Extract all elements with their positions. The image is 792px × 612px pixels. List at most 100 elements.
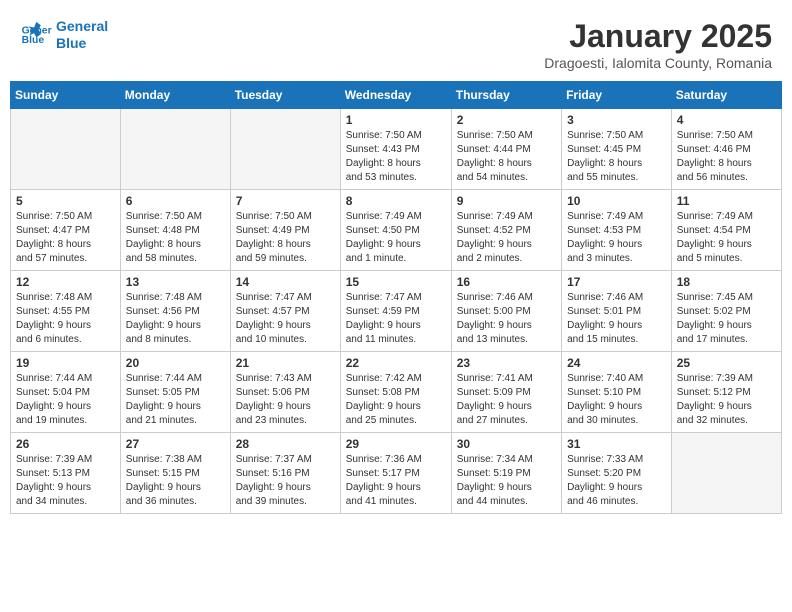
calendar-cell: 27 Sunrise: 7:38 AM Sunset: 5:15 PM Dayli… <box>120 433 230 514</box>
day-info: Sunrise: 7:36 AM Sunset: 5:17 PM Dayligh… <box>346 453 446 509</box>
week-row: 26 Sunrise: 7:39 AM Sunset: 5:13 PM Dayli… <box>11 433 782 514</box>
day-number: 6 <box>126 194 225 208</box>
calendar-cell: 1 Sunrise: 7:50 AM Sunset: 4:43 PM Daylig… <box>340 109 451 190</box>
day-info: Sunrise: 7:49 AM Sunset: 4:50 PM Dayligh… <box>346 210 446 266</box>
svg-text:Blue: Blue <box>22 35 45 46</box>
day-number: 31 <box>567 437 666 451</box>
day-info: Sunrise: 7:40 AM Sunset: 5:10 PM Dayligh… <box>567 372 666 428</box>
col-header-wednesday: Wednesday <box>340 82 451 109</box>
day-info: Sunrise: 7:46 AM Sunset: 5:00 PM Dayligh… <box>457 291 556 347</box>
calendar-cell: 11 Sunrise: 7:49 AM Sunset: 4:54 PM Dayli… <box>671 190 781 271</box>
day-info: Sunrise: 7:47 AM Sunset: 4:57 PM Dayligh… <box>236 291 335 347</box>
day-info: Sunrise: 7:45 AM Sunset: 5:02 PM Dayligh… <box>677 291 776 347</box>
day-info: Sunrise: 7:33 AM Sunset: 5:20 PM Dayligh… <box>567 453 666 509</box>
day-number: 2 <box>457 113 556 127</box>
calendar-cell: 31 Sunrise: 7:33 AM Sunset: 5:20 PM Dayli… <box>562 433 672 514</box>
calendar-cell: 7Sunrise: 7:50 AM Sunset: 4:49 PM Daylig… <box>230 190 340 271</box>
calendar-cell: 2Sunrise: 7:50 AM Sunset: 4:44 PM Daylig… <box>451 109 561 190</box>
calendar-cell <box>230 109 340 190</box>
logo-icon: General Blue <box>20 19 52 51</box>
day-number: 4 <box>677 113 776 127</box>
col-header-thursday: Thursday <box>451 82 561 109</box>
day-number: 18 <box>677 275 776 289</box>
day-number: 22 <box>346 356 446 370</box>
day-number: 25 <box>677 356 776 370</box>
col-header-sunday: Sunday <box>11 82 121 109</box>
day-number: 11 <box>677 194 776 208</box>
day-info: Sunrise: 7:50 AM Sunset: 4:43 PM Dayligh… <box>346 129 446 185</box>
col-header-tuesday: Tuesday <box>230 82 340 109</box>
calendar-cell <box>671 433 781 514</box>
calendar-cell: 28Sunrise: 7:37 AM Sunset: 5:16 PM Dayli… <box>230 433 340 514</box>
day-info: Sunrise: 7:50 AM Sunset: 4:47 PM Dayligh… <box>16 210 115 266</box>
calendar-cell: 6 Sunrise: 7:50 AM Sunset: 4:48 PM Daylig… <box>120 190 230 271</box>
day-info: Sunrise: 7:48 AM Sunset: 4:56 PM Dayligh… <box>126 291 225 347</box>
calendar-cell: 25 Sunrise: 7:39 AM Sunset: 5:12 PM Dayli… <box>671 352 781 433</box>
logo: General Blue General Blue <box>20 18 108 52</box>
day-info: Sunrise: 7:50 AM Sunset: 4:46 PM Dayligh… <box>677 129 776 185</box>
calendar-cell: 13 Sunrise: 7:48 AM Sunset: 4:56 PM Dayli… <box>120 271 230 352</box>
day-info: Sunrise: 7:39 AM Sunset: 5:13 PM Dayligh… <box>16 453 115 509</box>
day-number: 3 <box>567 113 666 127</box>
page-header: General Blue General Blue January 2025 D… <box>10 10 782 75</box>
day-number: 1 <box>346 113 446 127</box>
calendar-cell: 21 Sunrise: 7:43 AM Sunset: 5:06 PM Dayli… <box>230 352 340 433</box>
calendar-cell: 5 Sunrise: 7:50 AM Sunset: 4:47 PM Daylig… <box>11 190 121 271</box>
day-number: 15 <box>346 275 446 289</box>
header-row: SundayMondayTuesdayWednesdayThursdayFrid… <box>11 82 782 109</box>
week-row: 19 Sunrise: 7:44 AM Sunset: 5:04 PM Dayli… <box>11 352 782 433</box>
day-info: Sunrise: 7:49 AM Sunset: 4:54 PM Dayligh… <box>677 210 776 266</box>
day-info: Sunrise: 7:49 AM Sunset: 4:53 PM Dayligh… <box>567 210 666 266</box>
day-number: 10 <box>567 194 666 208</box>
day-info: Sunrise: 7:49 AM Sunset: 4:52 PM Dayligh… <box>457 210 556 266</box>
day-info: Sunrise: 7:44 AM Sunset: 5:04 PM Dayligh… <box>16 372 115 428</box>
day-number: 27 <box>126 437 225 451</box>
logo-blue: Blue <box>56 35 108 52</box>
day-info: Sunrise: 7:50 AM Sunset: 4:49 PM Dayligh… <box>236 210 335 266</box>
calendar-cell: 12 Sunrise: 7:48 AM Sunset: 4:55 PM Dayli… <box>11 271 121 352</box>
logo-general: General <box>56 18 108 35</box>
calendar-cell: 3 Sunrise: 7:50 AM Sunset: 4:45 PM Daylig… <box>562 109 672 190</box>
day-info: Sunrise: 7:38 AM Sunset: 5:15 PM Dayligh… <box>126 453 225 509</box>
day-number: 21 <box>236 356 335 370</box>
day-info: Sunrise: 7:50 AM Sunset: 4:48 PM Dayligh… <box>126 210 225 266</box>
calendar-cell: 14 Sunrise: 7:47 AM Sunset: 4:57 PM Dayli… <box>230 271 340 352</box>
calendar-cell: 10 Sunrise: 7:49 AM Sunset: 4:53 PM Dayli… <box>562 190 672 271</box>
day-number: 19 <box>16 356 115 370</box>
day-number: 12 <box>16 275 115 289</box>
day-number: 13 <box>126 275 225 289</box>
day-number: 9 <box>457 194 556 208</box>
day-number: 24 <box>567 356 666 370</box>
day-info: Sunrise: 7:43 AM Sunset: 5:06 PM Dayligh… <box>236 372 335 428</box>
week-row: 12 Sunrise: 7:48 AM Sunset: 4:55 PM Dayli… <box>11 271 782 352</box>
col-header-saturday: Saturday <box>671 82 781 109</box>
calendar-cell: 22Sunrise: 7:42 AM Sunset: 5:08 PM Dayli… <box>340 352 451 433</box>
week-row: 1 Sunrise: 7:50 AM Sunset: 4:43 PM Daylig… <box>11 109 782 190</box>
day-info: Sunrise: 7:48 AM Sunset: 4:55 PM Dayligh… <box>16 291 115 347</box>
day-number: 16 <box>457 275 556 289</box>
day-info: Sunrise: 7:39 AM Sunset: 5:12 PM Dayligh… <box>677 372 776 428</box>
calendar-cell: 23Sunrise: 7:41 AM Sunset: 5:09 PM Dayli… <box>451 352 561 433</box>
day-number: 8 <box>346 194 446 208</box>
calendar-cell: 24 Sunrise: 7:40 AM Sunset: 5:10 PM Dayli… <box>562 352 672 433</box>
calendar-cell <box>120 109 230 190</box>
calendar-cell: 18 Sunrise: 7:45 AM Sunset: 5:02 PM Dayli… <box>671 271 781 352</box>
calendar-cell: 17Sunrise: 7:46 AM Sunset: 5:01 PM Dayli… <box>562 271 672 352</box>
day-number: 20 <box>126 356 225 370</box>
calendar-cell: 30Sunrise: 7:34 AM Sunset: 5:19 PM Dayli… <box>451 433 561 514</box>
calendar-cell: 20 Sunrise: 7:44 AM Sunset: 5:05 PM Dayli… <box>120 352 230 433</box>
day-info: Sunrise: 7:44 AM Sunset: 5:05 PM Dayligh… <box>126 372 225 428</box>
day-info: Sunrise: 7:50 AM Sunset: 4:45 PM Dayligh… <box>567 129 666 185</box>
day-number: 17 <box>567 275 666 289</box>
calendar-cell: 4 Sunrise: 7:50 AM Sunset: 4:46 PM Daylig… <box>671 109 781 190</box>
title-area: January 2025 Dragoesti, Ialomita County,… <box>544 18 772 71</box>
calendar-title: January 2025 <box>544 18 772 55</box>
calendar-cell: 26 Sunrise: 7:39 AM Sunset: 5:13 PM Dayli… <box>11 433 121 514</box>
day-number: 14 <box>236 275 335 289</box>
calendar-cell: 19 Sunrise: 7:44 AM Sunset: 5:04 PM Dayli… <box>11 352 121 433</box>
day-number: 30 <box>457 437 556 451</box>
day-number: 26 <box>16 437 115 451</box>
calendar-cell: 29Sunrise: 7:36 AM Sunset: 5:17 PM Dayli… <box>340 433 451 514</box>
day-number: 5 <box>16 194 115 208</box>
col-header-monday: Monday <box>120 82 230 109</box>
